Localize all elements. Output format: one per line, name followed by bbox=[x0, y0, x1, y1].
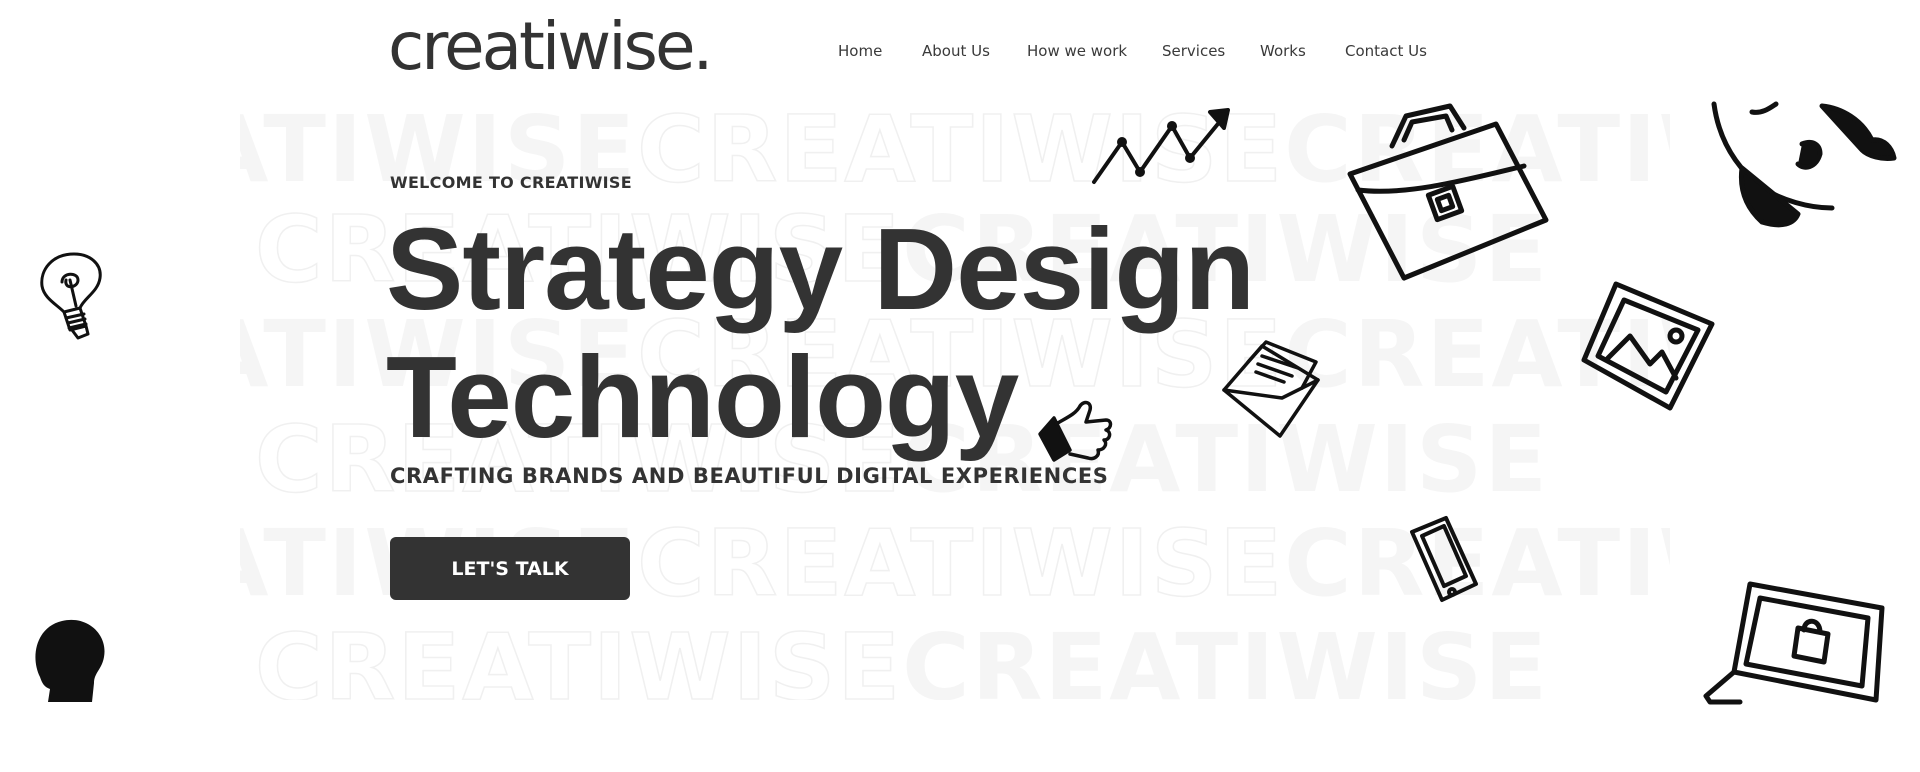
watermark-row: CREATIWISECREATIWISE bbox=[254, 614, 1550, 701]
nav-home[interactable]: Home bbox=[838, 42, 882, 60]
nav-about-us[interactable]: About Us bbox=[922, 42, 990, 60]
watermark-text: CREATIWISE bbox=[902, 614, 1550, 701]
site-header: creatiwise. Home About Us How we work Se… bbox=[0, 0, 1920, 104]
thumbs-up-icon bbox=[1036, 396, 1116, 471]
rocket-icon bbox=[1711, 101, 1897, 229]
watermark-text: CREATIWISE bbox=[636, 510, 1285, 617]
nav-services[interactable]: Services bbox=[1162, 42, 1225, 60]
welcome-label: WELCOME TO CREATIWISE bbox=[390, 173, 632, 192]
nav-works[interactable]: Works bbox=[1260, 42, 1306, 60]
lets-talk-button[interactable]: LET'S TALK bbox=[390, 537, 630, 600]
lightbulb-icon bbox=[34, 250, 114, 345]
head-silhouette-icon bbox=[30, 617, 110, 702]
hero-title: Strategy Design Technology bbox=[386, 205, 1286, 461]
hero-tagline: CRAFTING BRANDS AND BEAUTIFUL DIGITAL EX… bbox=[390, 464, 1109, 488]
smartphone-icon bbox=[1408, 514, 1480, 604]
picture-frame-icon bbox=[1580, 280, 1715, 411]
trend-arrow-icon bbox=[1090, 106, 1240, 186]
nav-how-we-work[interactable]: How we work bbox=[1027, 42, 1127, 60]
watermark-text: CREATIWISE bbox=[254, 614, 903, 700]
envelope-icon bbox=[1218, 336, 1328, 441]
nav-contact-us[interactable]: Contact Us bbox=[1345, 42, 1427, 60]
hero-title-line-1: Strategy Design bbox=[386, 204, 1255, 334]
briefcase-icon bbox=[1346, 103, 1551, 286]
laptop-shopping-icon bbox=[1700, 578, 1885, 705]
main-nav: Home About Us How we work Services Works… bbox=[0, 42, 1920, 66]
hero-title-line-2: Technology bbox=[386, 332, 1019, 462]
